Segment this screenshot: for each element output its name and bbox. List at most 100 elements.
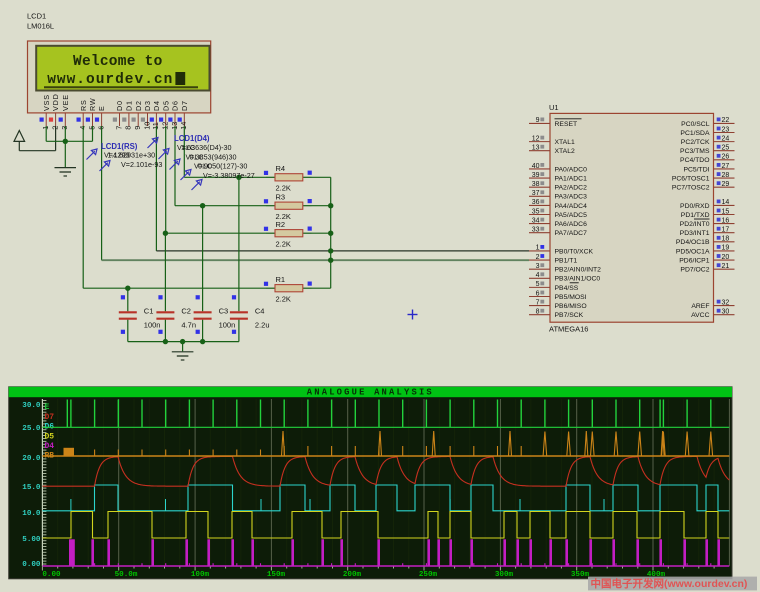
svg-text:www.ourdev.cn: www.ourdev.cn: [47, 72, 173, 88]
svg-text:14: 14: [722, 199, 730, 206]
svg-text:10: 10: [142, 122, 151, 130]
svg-text:PA0/ADC0: PA0/ADC0: [555, 166, 588, 173]
svg-text:16: 16: [722, 217, 730, 224]
svg-text:D6: D6: [171, 100, 180, 111]
svg-text:300m: 300m: [495, 571, 514, 579]
svg-text:23: 23: [722, 126, 730, 133]
svg-text:1: 1: [41, 126, 50, 130]
svg-text:25.0: 25.0: [22, 425, 41, 433]
svg-text:36: 36: [532, 199, 540, 206]
svg-text:0.38: 0.38: [190, 152, 204, 161]
svg-text:200m: 200m: [343, 571, 362, 579]
svg-text:100n: 100n: [219, 321, 236, 330]
svg-text:2.2K: 2.2K: [276, 294, 291, 303]
svg-text:22: 22: [722, 117, 730, 124]
svg-text:39: 39: [532, 172, 540, 179]
svg-text:R3: R3: [276, 193, 286, 202]
svg-text:7: 7: [536, 299, 540, 306]
svg-text:PD6/ICP1: PD6/ICP1: [679, 257, 709, 264]
svg-text:PA1/ADC1: PA1/ADC1: [555, 175, 588, 182]
svg-text:3: 3: [536, 263, 540, 270]
svg-text:D0: D0: [115, 100, 124, 111]
svg-text:2.2u: 2.2u: [255, 321, 270, 330]
svg-text:2.2K: 2.2K: [276, 239, 291, 248]
svg-text:V=-3.38097e-27: V=-3.38097e-27: [203, 171, 255, 180]
svg-text:28: 28: [722, 172, 730, 179]
svg-text:4.7n: 4.7n: [181, 321, 196, 330]
svg-text:50.0m: 50.0m: [115, 571, 138, 579]
svg-text:PC1/SDA: PC1/SDA: [680, 130, 710, 137]
svg-text:PB4/SS: PB4/SS: [555, 285, 579, 292]
svg-text:9: 9: [133, 126, 142, 130]
svg-text:8: 8: [124, 126, 133, 130]
svg-text:VDD: VDD: [51, 93, 60, 111]
svg-text:PC6/TOSC1: PC6/TOSC1: [672, 175, 710, 182]
svg-text:PC0/SCL: PC0/SCL: [681, 121, 710, 128]
svg-text:D7: D7: [180, 100, 189, 111]
svg-text:D3: D3: [143, 100, 152, 111]
svg-text:6: 6: [536, 290, 540, 297]
svg-text:R2: R2: [276, 220, 286, 229]
svg-text:30.0: 30.0: [22, 402, 41, 410]
svg-text:PD5/OC1A: PD5/OC1A: [676, 248, 710, 255]
svg-text:13: 13: [170, 122, 179, 130]
svg-text:VEE: VEE: [61, 94, 70, 111]
svg-text:0.00: 0.00: [42, 571, 61, 579]
svg-text:C3: C3: [219, 307, 229, 316]
svg-text:RW: RW: [88, 98, 97, 111]
svg-text:E: E: [45, 403, 50, 412]
svg-text:AVCC: AVCC: [691, 312, 709, 319]
svg-text:C4: C4: [255, 307, 265, 316]
svg-text:0.00: 0.00: [22, 561, 41, 569]
svg-text:40: 40: [532, 163, 540, 170]
svg-text:ANALOGUE ANALYSIS: ANALOGUE ANALYSIS: [307, 388, 434, 398]
svg-text:18: 18: [722, 236, 730, 243]
svg-text:D5: D5: [161, 100, 170, 111]
svg-text:4: 4: [536, 272, 540, 279]
svg-text:LM016L: LM016L: [27, 22, 54, 31]
svg-text:PC4/TDO: PC4/TDO: [680, 157, 709, 164]
svg-text:17: 17: [722, 227, 730, 234]
svg-text:350m: 350m: [571, 571, 590, 579]
svg-text:14: 14: [179, 122, 188, 130]
svg-text:PC7/TOSC2: PC7/TOSC2: [672, 185, 710, 192]
svg-text:15.0: 15.0: [22, 484, 41, 492]
svg-text:PD0/RXD: PD0/RXD: [680, 203, 710, 210]
svg-text:E: E: [97, 105, 106, 111]
svg-text:0.90: 0.90: [198, 162, 212, 171]
svg-text:1.1299: 1.1299: [108, 150, 130, 159]
svg-text:XTAL1: XTAL1: [555, 139, 575, 146]
svg-text:1.63: 1.63: [181, 143, 195, 152]
svg-text:PC2/TCK: PC2/TCK: [681, 139, 710, 146]
svg-text:35: 35: [532, 208, 540, 215]
svg-text:LCD1: LCD1: [27, 12, 46, 21]
svg-text:C2: C2: [181, 307, 191, 316]
svg-text:XTAL2: XTAL2: [555, 148, 575, 155]
svg-text:5: 5: [87, 126, 96, 130]
svg-text:PC3/TMS: PC3/TMS: [680, 148, 710, 155]
svg-text:5: 5: [536, 281, 540, 288]
svg-text:20: 20: [722, 254, 730, 261]
svg-text:PC5/TDI: PC5/TDI: [683, 166, 709, 173]
svg-text:PA6/ADC6: PA6/ADC6: [555, 221, 588, 228]
svg-text:150m: 150m: [267, 571, 286, 579]
svg-text:100m: 100m: [191, 571, 210, 579]
svg-text:30: 30: [722, 309, 730, 316]
svg-text:21: 21: [722, 263, 730, 270]
svg-text:V=2.101e-93: V=2.101e-93: [121, 160, 162, 169]
svg-text:C1: C1: [144, 307, 154, 316]
svg-text:250m: 250m: [419, 571, 438, 579]
svg-text:RESET: RESET: [555, 121, 578, 128]
svg-text:U1: U1: [549, 103, 559, 112]
svg-text:12: 12: [532, 135, 540, 142]
svg-text:8: 8: [536, 309, 540, 316]
svg-text:2: 2: [536, 254, 540, 261]
svg-text:7: 7: [114, 126, 123, 130]
svg-text:1: 1: [536, 245, 540, 252]
svg-text:4: 4: [78, 126, 87, 130]
svg-text:D4: D4: [45, 442, 55, 451]
svg-text:9: 9: [536, 117, 540, 124]
svg-text:PB1/T1: PB1/T1: [555, 257, 578, 264]
svg-text:ATMEGA16: ATMEGA16: [549, 325, 588, 334]
svg-text:33: 33: [532, 227, 540, 234]
